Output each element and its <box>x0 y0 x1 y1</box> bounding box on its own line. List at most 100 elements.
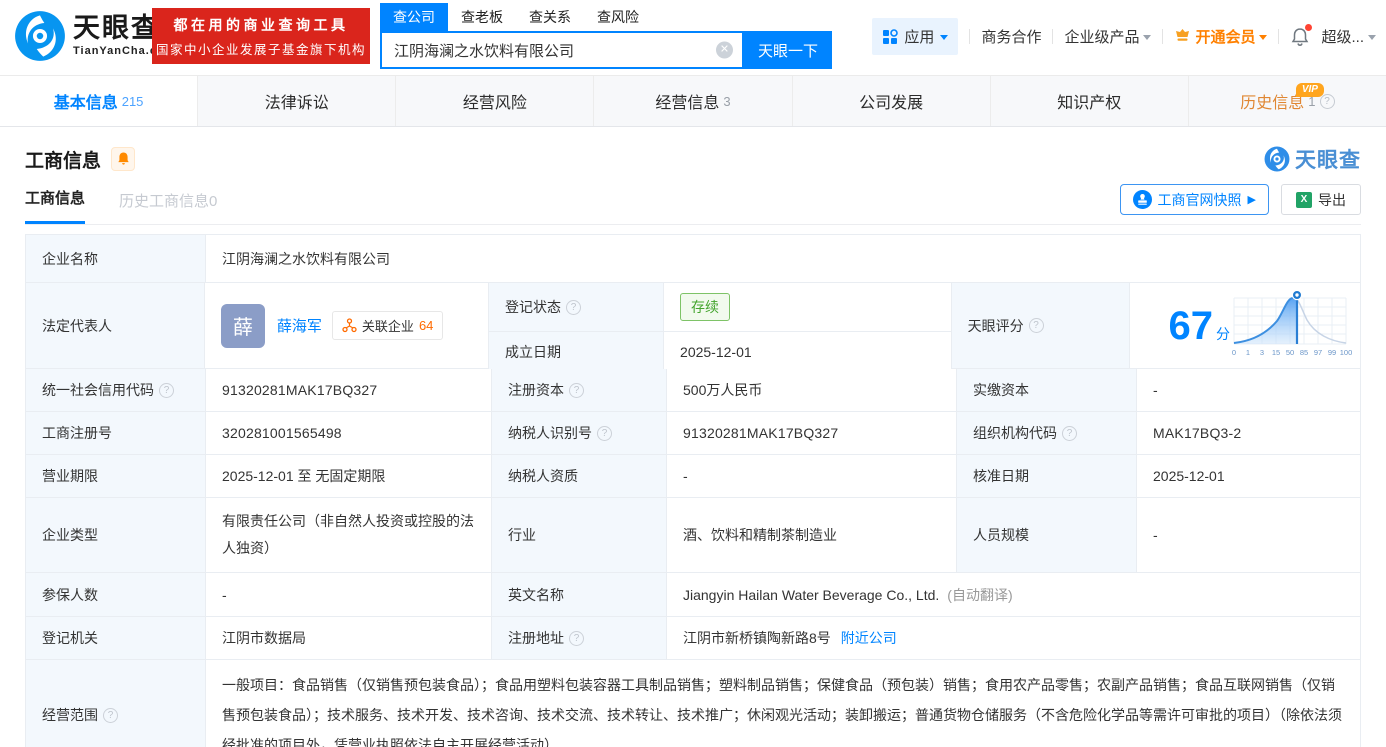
establish-date-label: 成立日期 <box>489 332 664 372</box>
svg-text:100: 100 <box>1340 348 1352 357</box>
legal-rep-name-link[interactable]: 薛海军 <box>277 315 322 336</box>
taxpayer-id-value: 91320281MAK17BQ327 <box>667 412 957 454</box>
company-nav-tabs: 基本信息 215 法律诉讼 经营风险 经营信息 3 公司发展 知识产权 历史信息… <box>0 75 1386 127</box>
subtab-row: 工商信息 历史工商信息0 工商官网快照 ▶ <box>25 184 1361 225</box>
tianyancha-eye-icon <box>1264 146 1290 172</box>
industry-label: 行业 <box>492 498 667 572</box>
score-label-cell: 天眼评分 ? <box>952 283 1131 368</box>
chevron-down-icon <box>1143 35 1151 40</box>
notification-dot <box>1305 24 1312 31</box>
export-button[interactable]: X 导出 <box>1281 184 1361 215</box>
chevron-down-icon <box>940 35 948 40</box>
svg-text:85: 85 <box>1300 348 1308 357</box>
svg-text:99: 99 <box>1328 348 1336 357</box>
business-scope-label: 经营范围 ? <box>26 660 206 747</box>
org-code-label: 组织机构代码 ? <box>957 412 1137 454</box>
card-brand-logo: 天眼查 <box>1264 144 1361 174</box>
help-icon[interactable]: ? <box>566 300 581 315</box>
score-unit: 分 <box>1216 324 1230 344</box>
chevron-right-icon: ▶ <box>1248 193 1256 206</box>
search-tab-risk[interactable]: 查风险 <box>584 3 652 31</box>
legal-rep-label: 法定代表人 <box>26 283 205 368</box>
tab-operating-info[interactable]: 经营信息 3 <box>594 76 792 126</box>
approval-date-value: 2025-12-01 <box>1137 455 1360 497</box>
chevron-down-icon <box>1259 35 1267 40</box>
tab-count: 215 <box>122 94 144 109</box>
nearby-companies-link[interactable]: 附近公司 <box>841 628 897 648</box>
subtab-business-info[interactable]: 工商信息 <box>25 187 85 224</box>
credit-code-value: 91320281MAK17BQ327 <box>206 369 492 411</box>
table-row: 统一社会信用代码 ? 91320281MAK17BQ327 注册资本 ? 500… <box>26 369 1360 412</box>
company-type-label: 企业类型 <box>26 498 206 572</box>
svg-text:3: 3 <box>1260 348 1264 357</box>
search-tab-company[interactable]: 查公司 <box>380 3 448 31</box>
tab-operating-risk[interactable]: 经营风险 <box>396 76 594 126</box>
table-row: 企业名称 江阴海澜之水饮料有限公司 <box>26 235 1360 283</box>
search-tab-boss[interactable]: 查老板 <box>448 3 516 31</box>
menu-super-vip[interactable]: 超级... <box>1321 26 1376 47</box>
crown-icon <box>1174 28 1191 45</box>
search-tab-relation[interactable]: 查关系 <box>516 3 584 31</box>
search-input[interactable] <box>382 33 742 67</box>
apps-label: 应用 <box>904 26 934 47</box>
reg-authority-value: 江阴市数据局 <box>206 617 492 659</box>
org-network-icon <box>342 318 357 333</box>
promo-banner: 都在用的商业查询工具 国家中小企业发展子基金旗下机构 <box>152 8 370 64</box>
help-icon[interactable]: ? <box>1062 426 1077 441</box>
clear-search-icon[interactable]: ✕ <box>716 42 733 59</box>
help-icon[interactable]: ? <box>103 708 118 723</box>
reg-address-label: 注册地址 ? <box>492 617 667 659</box>
subtab-history-business-info[interactable]: 历史工商信息0 <box>119 190 217 224</box>
tab-legal[interactable]: 法律诉讼 <box>198 76 396 126</box>
topbar: 天眼查 TianYanCha.com 都在用的商业查询工具 国家中小企业发展子基… <box>0 0 1386 75</box>
tab-intellectual-property[interactable]: 知识产权 <box>991 76 1189 126</box>
staff-size-label: 人员规模 <box>957 498 1137 572</box>
score-cell: 67 分 <box>1130 283 1360 368</box>
svg-text:0: 0 <box>1232 348 1236 357</box>
related-companies-badge[interactable]: 关联企业 64 <box>332 311 443 340</box>
company-type-value: 有限责任公司（非自然人投资或控股的法人独资） <box>206 498 492 572</box>
table-row: 法定代表人 薛 薛海军 关联企业 <box>26 283 1360 369</box>
insured-count-value: - <box>206 573 492 616</box>
apps-grid-icon <box>882 29 898 45</box>
help-icon[interactable]: ? <box>159 383 174 398</box>
help-icon[interactable]: ? <box>569 631 584 646</box>
legal-rep-avatar[interactable]: 薛 <box>221 304 265 348</box>
menu-vip[interactable]: 开通会员 <box>1174 26 1267 47</box>
staff-size-value: - <box>1137 498 1360 572</box>
company-name-value: 江阴海澜之水饮料有限公司 <box>206 235 1360 282</box>
english-name-value: Jiangyin Hailan Water Beverage Co., Ltd.… <box>667 573 1360 616</box>
business-term-value: 2025-12-01 至 无固定期限 <box>206 455 492 497</box>
notification-bell-icon[interactable] <box>1290 27 1310 47</box>
tab-history-info[interactable]: 历史信息 1 ? VIP <box>1189 76 1386 126</box>
help-icon[interactable]: ? <box>569 383 584 398</box>
taxpayer-id-label: 纳税人识别号 ? <box>492 412 667 454</box>
menu-enterprise[interactable]: 企业级产品 <box>1064 26 1151 47</box>
industry-value: 酒、饮料和精制茶制造业 <box>667 498 957 572</box>
menu-cooperation[interactable]: 商务合作 <box>981 26 1041 47</box>
english-name-label: 英文名称 <box>492 573 667 616</box>
tab-basic-info[interactable]: 基本信息 215 <box>0 76 198 126</box>
banner-line1: 都在用的商业查询工具 <box>152 15 370 35</box>
apps-menu[interactable]: 应用 <box>872 18 958 55</box>
table-row: 企业类型 有限责任公司（非自然人投资或控股的法人独资） 行业 酒、饮料和精制茶制… <box>26 498 1360 573</box>
svg-text:97: 97 <box>1314 348 1322 357</box>
establish-date-value: 2025-12-01 <box>664 332 951 372</box>
subscribe-bell-icon[interactable] <box>111 147 135 171</box>
vip-badge: VIP <box>1296 83 1324 97</box>
credit-code-label: 统一社会信用代码 ? <box>26 369 206 411</box>
org-code-value: MAK17BQ3-2 <box>1137 412 1360 454</box>
chevron-down-icon <box>1368 35 1376 40</box>
taxpayer-quality-label: 纳税人资质 <box>492 455 667 497</box>
table-row: 经营范围 ? 一般项目：食品销售（仅销售预包装食品）；食品用塑料包装容器工具制品… <box>26 660 1360 747</box>
help-icon[interactable]: ? <box>1029 318 1044 333</box>
svg-text:1: 1 <box>1246 348 1250 357</box>
help-icon[interactable]: ? <box>1320 94 1335 109</box>
related-count: 64 <box>419 318 433 333</box>
search-button[interactable]: 天眼一下 <box>744 31 832 69</box>
excel-icon: X <box>1296 192 1312 208</box>
official-snapshot-button[interactable]: 工商官网快照 ▶ <box>1120 184 1269 215</box>
help-icon[interactable]: ? <box>597 426 612 441</box>
reg-authority-label: 登记机关 <box>26 617 206 659</box>
tab-development[interactable]: 公司发展 <box>793 76 991 126</box>
